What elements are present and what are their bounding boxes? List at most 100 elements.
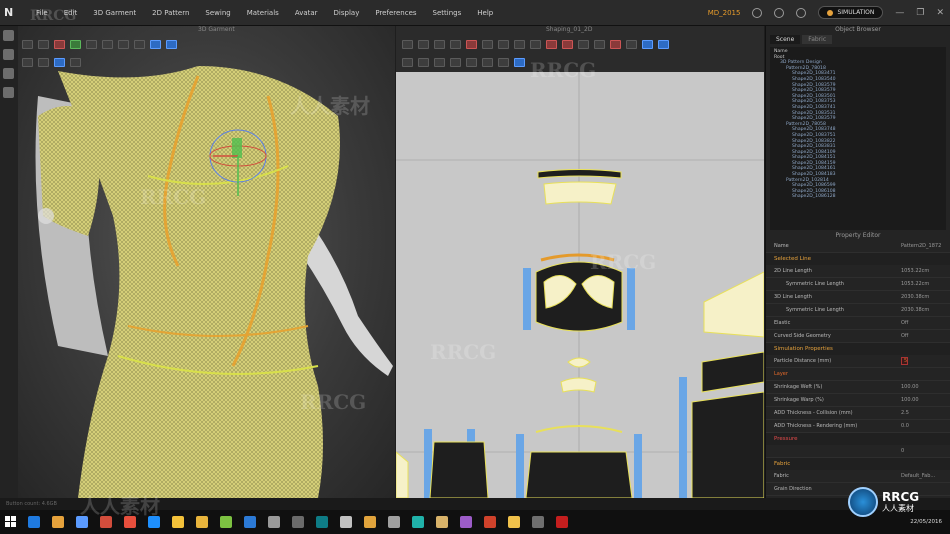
trace-icon[interactable]	[562, 39, 573, 49]
user-icon[interactable]	[774, 7, 785, 18]
simulation-toggle[interactable]: SIMULATION	[818, 6, 884, 19]
hanger-tool-icon[interactable]	[3, 49, 14, 60]
taskbar-app-icon[interactable]	[292, 516, 304, 528]
maximize-button[interactable]: ❐	[916, 8, 924, 18]
pattern-2d-viewport[interactable]: Shaping_01_2D	[396, 26, 764, 498]
zipper-icon[interactable]	[498, 57, 509, 67]
menu-preferences[interactable]: Preferences	[367, 9, 424, 17]
polygon-icon[interactable]	[466, 39, 477, 49]
ellipse-icon[interactable]	[498, 39, 509, 49]
taskbar-app-icon[interactable]	[460, 516, 472, 528]
scene-tree[interactable]: Name Root 3D Pattern Design Pattern2D_7801…	[770, 47, 946, 230]
taskbar-app-icon[interactable]	[172, 516, 184, 528]
section-fabric[interactable]: Fabric	[766, 458, 950, 470]
taskbar-app-icon[interactable]	[340, 516, 352, 528]
pattern-canvas[interactable]	[396, 72, 764, 498]
edit-texture-icon[interactable]	[418, 57, 429, 67]
property-value[interactable]: 100.00	[901, 384, 946, 390]
rectangle-icon[interactable]	[482, 39, 493, 49]
avatar-tool-icon[interactable]	[3, 30, 14, 41]
menu-avatar[interactable]: Avatar	[287, 9, 326, 17]
buttonhole-icon[interactable]	[482, 57, 493, 67]
particle-distance-input[interactable]: 5	[901, 357, 909, 365]
section-pressure[interactable]: Pressure	[766, 433, 950, 445]
property-value[interactable]: Off	[901, 333, 946, 339]
prop-pressure-value[interactable]: 0	[901, 448, 946, 454]
button-icon[interactable]	[466, 57, 477, 67]
garment-3d-viewport[interactable]: 3D Garment	[18, 26, 395, 498]
transform-pattern-icon[interactable]	[402, 39, 413, 49]
menu-file[interactable]: File	[28, 9, 56, 17]
close-button[interactable]: ✕	[936, 8, 944, 18]
taskbar-app-icon[interactable]	[220, 516, 232, 528]
texture-2d-icon[interactable]	[402, 57, 413, 67]
internal-polygon-icon[interactable]	[514, 39, 525, 49]
taskbar-app-icon[interactable]	[388, 516, 400, 528]
taskbar-app-icon[interactable]	[508, 516, 520, 528]
dart-icon[interactable]	[546, 39, 557, 49]
taskbar-app-icon[interactable]	[28, 516, 40, 528]
taskbar-app-icon[interactable]	[556, 516, 568, 528]
minimize-button[interactable]: —	[895, 8, 904, 18]
section-selected-line[interactable]: Selected Line	[766, 253, 950, 265]
tab-fabric[interactable]: Fabric	[802, 35, 833, 44]
property-value[interactable]: 2030.38cm	[901, 294, 946, 300]
prop-fabric-value[interactable]: Default_Fab...	[901, 473, 946, 479]
menu-display[interactable]: Display	[326, 9, 368, 17]
internal-rect-icon[interactable]	[530, 39, 541, 49]
free-sewing-icon[interactable]	[594, 39, 605, 49]
edit-pattern-icon[interactable]	[418, 39, 429, 49]
taskbar-app-icon[interactable]	[268, 516, 280, 528]
globe-icon[interactable]	[796, 7, 807, 18]
taskbar-app-icon[interactable]	[124, 516, 136, 528]
tab-scene[interactable]: Scene	[770, 35, 801, 44]
menu-2d-pattern[interactable]: 2D Pattern	[144, 9, 197, 17]
hide-tool-icon[interactable]	[3, 87, 14, 98]
property-value[interactable]: 2.5	[901, 410, 946, 416]
taskbar-app-icon[interactable]	[484, 516, 496, 528]
start-button[interactable]	[0, 510, 22, 534]
property-label: Elastic	[774, 320, 791, 326]
tack-2d-icon[interactable]	[658, 39, 669, 49]
menu-sewing[interactable]: Sewing	[197, 9, 238, 17]
graphic-icon[interactable]	[434, 57, 445, 67]
property-value[interactable]: 100.00	[901, 397, 946, 403]
topstitch-icon[interactable]	[450, 57, 461, 67]
fabric-tool-icon[interactable]	[3, 68, 14, 79]
taskbar-app-icon[interactable]	[316, 516, 328, 528]
property-row: Layer	[766, 368, 950, 381]
property-value[interactable]: 2030.38cm	[901, 307, 946, 313]
edit-sewing-icon[interactable]	[610, 39, 621, 49]
taskbar-app-icon[interactable]	[532, 516, 544, 528]
menu-3d-garment[interactable]: 3D Garment	[85, 9, 144, 17]
taskbar-app-icon[interactable]	[436, 516, 448, 528]
property-label: 3D Line Length	[774, 294, 812, 300]
property-value[interactable]: 1053.22cm	[901, 281, 946, 287]
property-value[interactable]: 1053.22cm	[901, 268, 946, 274]
add-point-icon[interactable]	[450, 39, 461, 49]
segment-sewing-icon[interactable]	[578, 39, 589, 49]
edit-curvature-icon[interactable]	[434, 39, 445, 49]
property-value[interactable]: 0.0	[901, 423, 946, 429]
taskbar-app-icon[interactable]	[76, 516, 88, 528]
taskbar-app-icon[interactable]	[364, 516, 376, 528]
annotation-icon[interactable]	[514, 57, 525, 67]
prop-name-value[interactable]: Pattern2D_1872	[901, 243, 946, 249]
property-value[interactable]: 5	[901, 357, 946, 365]
property-value[interactable]: Off	[901, 320, 946, 326]
tree-item[interactable]: Shape2D_1086128	[774, 194, 942, 200]
taskbar-app-icon[interactable]	[244, 516, 256, 528]
taskbar-app-icon[interactable]	[412, 516, 424, 528]
menu-edit[interactable]: Edit	[56, 9, 86, 17]
elastic-icon[interactable]	[626, 39, 637, 49]
menu-help[interactable]: Help	[469, 9, 501, 17]
info-icon[interactable]	[752, 7, 763, 18]
taskbar-app-icon[interactable]	[148, 516, 160, 528]
menu-materials[interactable]: Materials	[239, 9, 287, 17]
fold-icon[interactable]	[642, 39, 653, 49]
taskbar-app-icon[interactable]	[196, 516, 208, 528]
taskbar-app-icon[interactable]	[100, 516, 112, 528]
taskbar-app-icon[interactable]	[52, 516, 64, 528]
menu-settings[interactable]: Settings	[425, 9, 470, 17]
section-simulation[interactable]: Simulation Properties	[766, 343, 950, 355]
